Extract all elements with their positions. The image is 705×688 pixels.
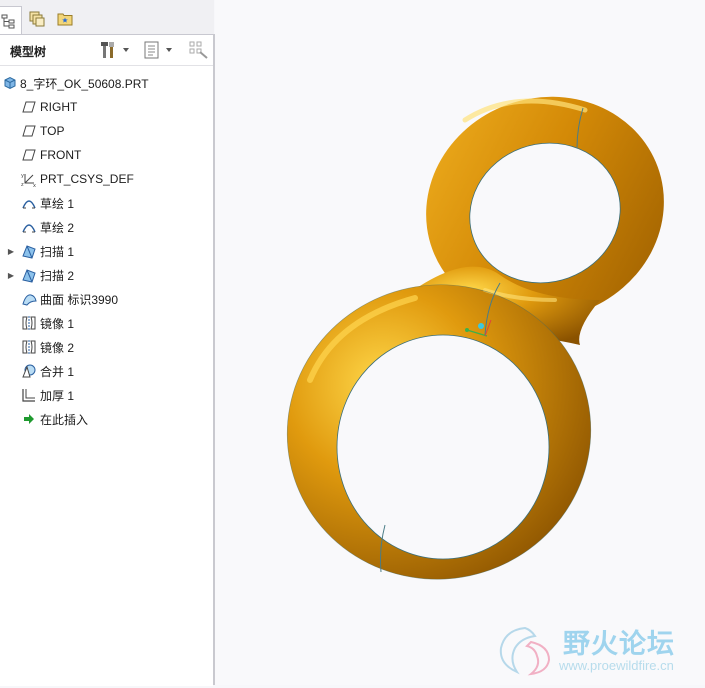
flame-logo-icon	[499, 626, 551, 676]
tree-item-label: 草绘 1	[40, 196, 75, 211]
sketch-icon	[21, 195, 37, 211]
layers-tab[interactable]	[24, 6, 50, 32]
merge-icon	[21, 363, 37, 379]
settings-dropdown-button[interactable]	[100, 40, 130, 60]
tree-item-label: 曲面 标识3990	[40, 292, 119, 307]
tree-item-label: 镜像 1	[40, 316, 75, 331]
model-tree-panel: 模型树 8_字环_OK_50608.PRT RIGHT TOP FRONT y …	[0, 34, 213, 686]
tree-filter-icon	[189, 41, 208, 59]
tree-item-sweep-2[interactable]: ▶ 扫描 2	[0, 263, 213, 287]
tree-item-label: 草绘 2	[40, 220, 75, 235]
sweep-icon	[21, 243, 37, 259]
show-list-icon	[144, 41, 159, 59]
tree-item-top[interactable]: TOP	[0, 119, 213, 143]
model-tree: 8_字环_OK_50608.PRT RIGHT TOP FRONT y x z …	[0, 71, 213, 431]
tree-item-merge-1[interactable]: 合并 1	[0, 359, 213, 383]
tree-item-thicken-1[interactable]: 加厚 1	[0, 383, 213, 407]
favorites-tab-icon	[57, 13, 73, 26]
tree-item-label: 合并 1	[40, 364, 75, 379]
part-icon	[2, 75, 18, 91]
model-tree-tab-icon	[1, 14, 15, 29]
favorites-tab[interactable]	[52, 6, 78, 32]
svg-text:y: y	[21, 173, 24, 179]
tree-item-surface[interactable]: 曲面 标识3990	[0, 287, 213, 311]
tree-item-sketch-2[interactable]: 草绘 2	[0, 215, 213, 239]
navigator-tab-bar	[0, 0, 214, 35]
expand-arrow-icon[interactable]: ▶	[6, 269, 16, 281]
mirror-icon	[21, 339, 37, 355]
tree-filter-button[interactable]	[188, 40, 210, 60]
forum-watermark: 野火论坛 www.proewildfire.cn	[495, 618, 700, 680]
tree-item-csys[interactable]: y x z PRT_CSYS_DEF	[0, 167, 213, 191]
tree-item-label: FRONT	[40, 148, 82, 162]
watermark-url: www.proewildfire.cn	[559, 658, 674, 673]
tree-item-mirror-2[interactable]: 镜像 2	[0, 335, 213, 359]
watermark-title: 野火论坛	[563, 629, 675, 660]
svg-text:x: x	[33, 183, 36, 187]
tools-settings-icon	[101, 42, 114, 58]
tree-item-sketch-1[interactable]: 草绘 1	[0, 191, 213, 215]
expand-arrow-icon[interactable]: ▶	[6, 245, 16, 257]
tree-item-label: 镜像 2	[40, 340, 75, 355]
sketch-icon	[21, 219, 37, 235]
tree-item-right[interactable]: RIGHT	[0, 95, 213, 119]
tree-root-label: 8_字环_OK_50608.PRT	[20, 76, 149, 91]
sweep-icon	[21, 267, 37, 283]
tree-item-label: 加厚 1	[40, 388, 75, 403]
datum-plane-icon	[21, 99, 37, 115]
tree-item-insert-here[interactable]: 在此插入	[0, 407, 213, 431]
tree-item-sweep-1[interactable]: ▶ 扫描 1	[0, 239, 213, 263]
show-dropdown-button[interactable]	[143, 40, 173, 60]
surface-icon	[21, 291, 37, 307]
tree-item-label: 在此插入	[40, 412, 89, 427]
tree-item-label: 扫描 1	[40, 244, 75, 259]
datum-plane-icon	[21, 147, 37, 163]
insert-here-arrow-icon	[21, 411, 37, 427]
chevron-down-icon	[166, 48, 172, 52]
tree-item-front[interactable]: FRONT	[0, 143, 213, 167]
tree-item-mirror-1[interactable]: 镜像 1	[0, 311, 213, 335]
tree-item-label: RIGHT	[40, 100, 78, 114]
chevron-down-icon	[123, 48, 129, 52]
mirror-icon	[21, 315, 37, 331]
thicken-icon	[21, 387, 37, 403]
coordinate-system-icon: y x z	[21, 171, 37, 187]
panel-title: 模型树	[10, 45, 47, 59]
datum-plane-icon	[21, 123, 37, 139]
model-tree-tab[interactable]	[0, 6, 22, 35]
graphics-viewport[interactable]	[215, 0, 705, 685]
tree-item-label: TOP	[40, 124, 65, 138]
tree-item-label: 扫描 2	[40, 268, 75, 283]
tree-item-label: PRT_CSYS_DEF	[40, 172, 134, 186]
layers-tab-icon	[29, 11, 45, 27]
svg-text:z: z	[21, 182, 24, 187]
model-tree-header: 模型树	[0, 35, 213, 66]
figure-eight-ring-model[interactable]	[215, 0, 705, 685]
tree-root-part[interactable]: 8_字环_OK_50608.PRT	[0, 71, 213, 95]
